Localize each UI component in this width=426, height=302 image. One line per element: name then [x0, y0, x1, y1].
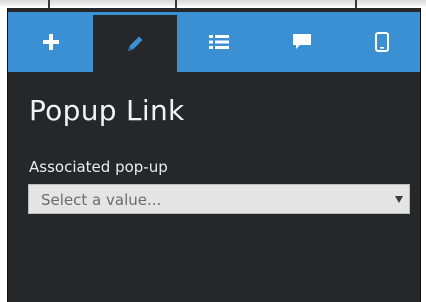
mobile-icon [374, 32, 389, 52]
page-title: Popup Link [29, 94, 185, 127]
tab-comments[interactable] [260, 12, 343, 72]
associated-popup-label: Associated pop-up [29, 158, 168, 176]
comment-icon [292, 34, 311, 49]
list-icon [208, 35, 229, 49]
pencil-icon [128, 36, 143, 51]
chevron-down-icon [395, 196, 403, 203]
tab-list[interactable] [177, 12, 260, 72]
tab-bar [8, 12, 420, 72]
associated-popup-select[interactable]: Select a value... [28, 184, 410, 214]
tab-edit[interactable] [93, 12, 177, 72]
top-divider [175, 0, 177, 8]
tab-add[interactable] [8, 12, 93, 72]
sidebar-panel: Popup Link Associated pop-up Select a va… [7, 8, 421, 302]
plus-icon [42, 34, 59, 50]
tab-mobile[interactable] [343, 12, 420, 72]
editor-window: Popup Link Associated pop-up Select a va… [0, 0, 426, 302]
top-divider [48, 0, 50, 8]
top-shade [0, 0, 426, 6]
top-divider [355, 0, 357, 8]
select-value: Select a value... [41, 191, 162, 209]
